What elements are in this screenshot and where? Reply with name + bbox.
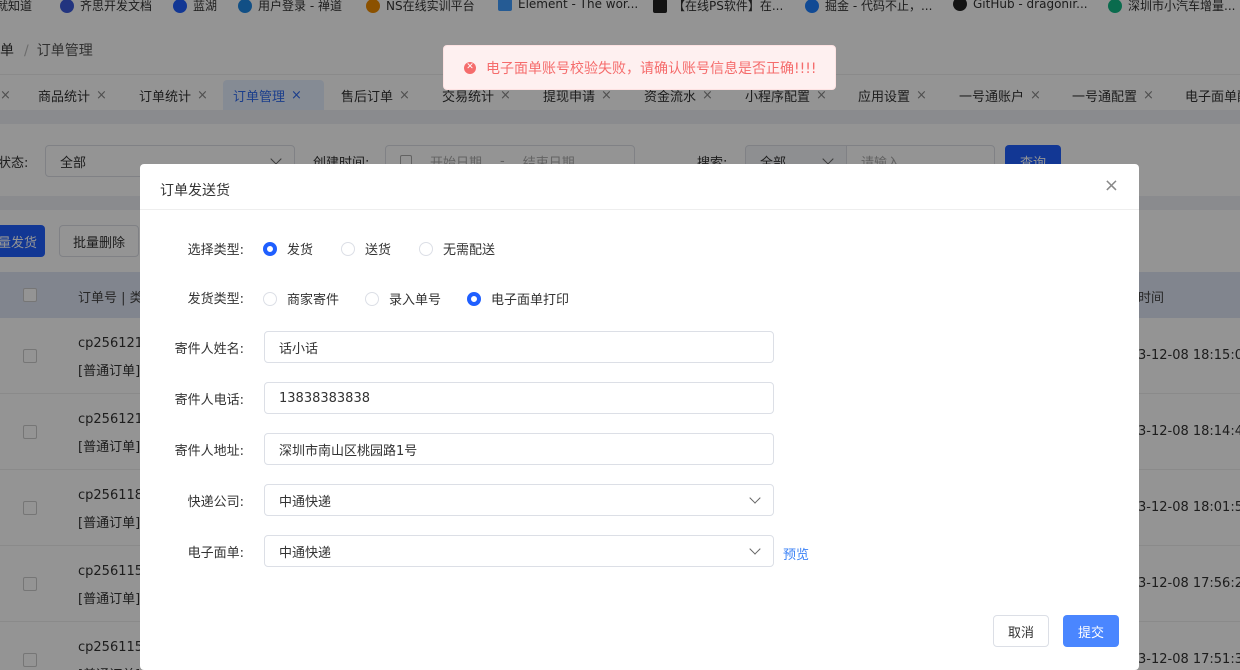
close-icon[interactable]: × — [1104, 176, 1119, 196]
radio-no-delivery[interactable]: 无需配送 — [419, 239, 495, 258]
eform-select[interactable]: 中通快递 — [264, 535, 774, 567]
submit-button[interactable]: 提交 — [1063, 615, 1119, 647]
courier-select[interactable]: 中通快递 — [264, 484, 774, 516]
radio-dot[interactable] — [341, 241, 355, 256]
radio-eform-print[interactable]: 电子面单打印 — [467, 289, 569, 308]
sender-address-label: 寄件人地址: — [174, 444, 244, 459]
radio-merchant-send[interactable]: 商家寄件 — [263, 289, 339, 308]
eform-label: 电子面单: — [187, 546, 244, 561]
radio-dot[interactable] — [467, 291, 481, 306]
radio-deliver[interactable]: 送货 — [341, 239, 391, 258]
radio-dot[interactable] — [365, 291, 379, 306]
ship-order-dialog: 订单发送货 × 选择类型: 发货 送货 无需配送 发货类型: 商家寄件 录入单号… — [140, 164, 1139, 670]
cancel-button[interactable]: 取消 — [993, 615, 1049, 647]
preview-link[interactable]: 预览 — [783, 544, 809, 563]
error-message-toast: ✕ 电子面单账号校验失败，请确认账号信息是否正确!!!! — [443, 45, 836, 90]
chevron-down-icon — [749, 543, 761, 555]
sender-address-input[interactable]: 深圳市南山区桃园路1号 — [264, 433, 774, 465]
chevron-down-icon — [749, 492, 761, 504]
sender-name-label: 寄件人姓名: — [174, 342, 244, 357]
select-type-label: 选择类型: — [187, 243, 244, 258]
dialog-header: 订单发送货 × — [140, 164, 1139, 210]
radio-ship[interactable]: 发货 — [263, 239, 313, 258]
sender-name-input[interactable]: 话小话 — [264, 331, 774, 363]
sender-phone-input[interactable]: 13838383838 — [264, 382, 774, 414]
dialog-title: 订单发送货 — [160, 183, 230, 199]
error-message-text: 电子面单账号校验失败，请确认账号信息是否正确!!!! — [486, 60, 817, 77]
error-icon: ✕ — [464, 61, 476, 74]
ship-type-label: 发货类型: — [187, 292, 244, 307]
radio-dot[interactable] — [419, 241, 433, 256]
sender-phone-label: 寄件人电话: — [174, 393, 244, 408]
radio-enter-tracking[interactable]: 录入单号 — [365, 289, 441, 308]
radio-dot[interactable] — [263, 291, 277, 306]
radio-dot[interactable] — [263, 241, 277, 256]
courier-label: 快递公司: — [187, 495, 244, 510]
